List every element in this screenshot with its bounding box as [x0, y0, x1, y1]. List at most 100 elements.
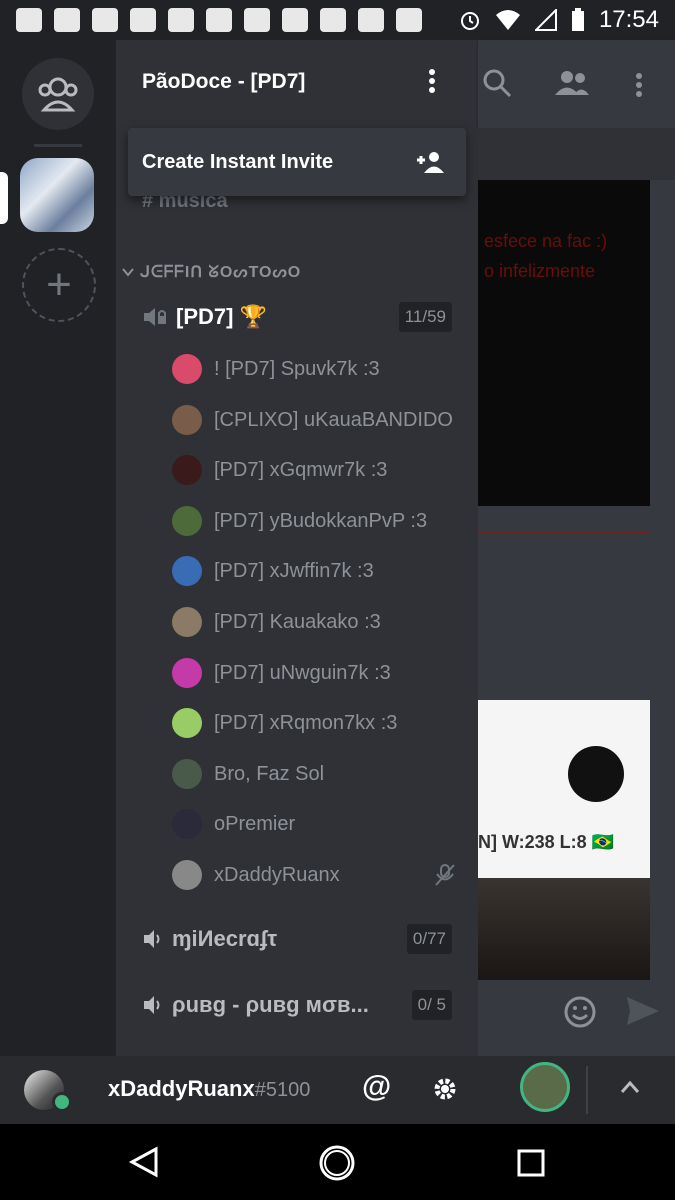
friends-icon — [38, 77, 78, 112]
member-avatar — [172, 556, 202, 586]
muted-mic-icon — [435, 864, 455, 886]
emoji-icon[interactable] — [564, 996, 596, 1028]
voice-user-avatar[interactable] — [520, 1062, 570, 1112]
voice-member-row[interactable]: [PD7] xJwffin7k :3 — [172, 556, 468, 586]
alarm-icon — [460, 12, 479, 30]
member-avatar — [172, 607, 202, 637]
member-name: [PD7] uNwguin7k :3 — [214, 661, 391, 684]
wifi-icon — [495, 10, 520, 30]
message-embed-image[interactable]: N] W:238 L:8 🇧🇷 — [478, 700, 650, 980]
member-avatar — [172, 658, 202, 688]
members-icon[interactable] — [554, 70, 590, 96]
member-avatar — [172, 405, 202, 435]
member-avatar — [172, 809, 202, 839]
voice-member-row[interactable]: ! [PD7] Spuvk7k :3 — [172, 354, 468, 384]
phone-icon — [358, 8, 384, 32]
member-avatar — [172, 759, 202, 789]
add-server-button[interactable]: + — [22, 248, 96, 322]
search-icon[interactable] — [482, 68, 512, 98]
username[interactable]: xDaddyRuanx#5100 — [108, 1076, 310, 1102]
server-title[interactable]: PãoDoce - [PD7] — [142, 70, 305, 94]
embed-photo — [478, 878, 650, 980]
embed-text: N] W:238 L:8 🇧🇷 — [478, 832, 615, 852]
voice-channel-count: 0/77 — [406, 924, 452, 954]
signal-icon — [534, 9, 557, 31]
member-name: [CPLIXO] uKauaBANDIDO — [214, 408, 453, 431]
chat-menu-button[interactable] — [636, 70, 642, 100]
warning-icon — [320, 8, 346, 32]
selected-server-indicator — [0, 172, 8, 224]
send-icon[interactable] — [626, 996, 660, 1026]
battery-icon — [571, 8, 584, 31]
mustache-icon — [168, 8, 194, 32]
server-list: + — [0, 40, 116, 1056]
member-avatar — [172, 860, 202, 890]
voice-member-row[interactable]: xDaddyRuanx — [172, 860, 468, 890]
member-name: ! [PD7] Spuvk7k :3 — [214, 357, 380, 380]
friends-home-button[interactable] — [22, 58, 94, 130]
locked-speaker-icon — [144, 308, 166, 326]
voice-channel-count: 11/59 — [398, 302, 452, 332]
member-avatar — [172, 506, 202, 536]
voice-member-row[interactable]: [PD7] xGqmwr7k :3 — [172, 455, 468, 485]
gmail-icon — [130, 8, 156, 32]
member-avatar — [172, 455, 202, 485]
member-name: [PD7] xGqmwr7k :3 — [214, 458, 388, 481]
chat-icon — [16, 8, 42, 32]
create-invite-menu-item[interactable]: Create Instant Invite — [128, 128, 466, 196]
voice-member-row[interactable]: Bro, Faz Sol — [172, 759, 468, 789]
channel-panel: PãoDoce - [PD7] Create Instant Invite # … — [116, 40, 478, 1056]
user-panel-divider — [586, 1066, 588, 1114]
create-invite-label: Create Instant Invite — [142, 150, 334, 173]
chat-area: esfece na fac :) o infelizmente N] W:238… — [478, 40, 675, 1056]
server-list-divider — [34, 144, 82, 147]
android-navigation-bar — [0, 1124, 675, 1200]
book-icon — [282, 8, 308, 32]
voice-member-row[interactable]: oPremier — [172, 809, 468, 839]
voice-member-row[interactable]: [PD7] xRqmon7kx :3 — [172, 708, 468, 738]
voice-channel[interactable]: [PD7] 🏆 11/59 — [142, 302, 452, 332]
online-status-indicator — [52, 1092, 72, 1112]
voice-channel-name: ɱiИecrɑʄτ — [172, 926, 278, 951]
recent-apps-icon[interactable] — [516, 1148, 546, 1178]
status-bar: 17:54 — [0, 0, 675, 40]
clock: 17:54 — [598, 6, 659, 33]
voice-channel[interactable]: ρuвg - ρuвg мσв... 0/ 5 — [142, 990, 452, 1020]
back-icon[interactable] — [128, 1146, 160, 1178]
member-name: xDaddyRuanx — [214, 863, 340, 886]
voice-member-row[interactable]: [PD7] uNwguin7k :3 — [172, 658, 468, 688]
facebook-icon — [54, 8, 80, 32]
voice-channel-count: 0/ 5 — [411, 990, 452, 1020]
message-input-bar[interactable] — [478, 980, 675, 1046]
discord-icon — [92, 8, 118, 32]
chat-header — [478, 40, 675, 128]
member-avatar — [172, 354, 202, 384]
server-icon-paodoce[interactable] — [20, 158, 94, 232]
member-name: [PD7] yBudokkanPvP :3 — [214, 509, 428, 532]
voice-member-row[interactable]: [CPLIXO] uKauaBANDIDO — [172, 405, 468, 435]
chat-subbar — [478, 128, 675, 180]
chevron-down-icon — [122, 268, 134, 277]
member-name: [PD7] xJwffin7k :3 — [214, 559, 374, 582]
notification-icons — [16, 8, 422, 32]
more-vertical-icon — [429, 69, 435, 75]
add-person-icon — [417, 152, 444, 173]
server-menu-button[interactable] — [422, 66, 442, 100]
settings-gear-icon[interactable] — [432, 1076, 458, 1102]
home-icon[interactable] — [318, 1144, 356, 1182]
mentions-button[interactable]: @ — [362, 1070, 391, 1104]
voice-member-row[interactable]: [PD7] yBudokkanPvP :3 — [172, 506, 468, 536]
whatsapp-icon — [396, 8, 422, 32]
voice-member-row[interactable]: [PD7] Kauakako :3 — [172, 607, 468, 637]
voice-channel[interactable]: ɱiИecrɑʄτ 0/77 — [142, 924, 452, 954]
clip-icon — [244, 8, 270, 32]
user-discriminator: #5100 — [254, 1079, 311, 1101]
voice-channel-name: ρuвg - ρuвg мσв... — [172, 992, 369, 1017]
user-panel: xDaddyRuanx#5100 @ — [0, 1056, 675, 1124]
category-name: ᒍᕮᖴᖴIᑎ ᘜOᔕTOᔕO — [140, 264, 302, 281]
member-name: [PD7] Kauakako :3 — [214, 610, 381, 633]
member-name: [PD7] xRqmon7kx :3 — [214, 711, 398, 734]
chevron-up-icon[interactable] — [620, 1080, 640, 1094]
member-name: Bro, Faz Sol — [214, 762, 325, 785]
channel-category[interactable]: ᒍᕮᖴᖴIᑎ ᘜOᔕTOᔕO — [122, 262, 301, 282]
